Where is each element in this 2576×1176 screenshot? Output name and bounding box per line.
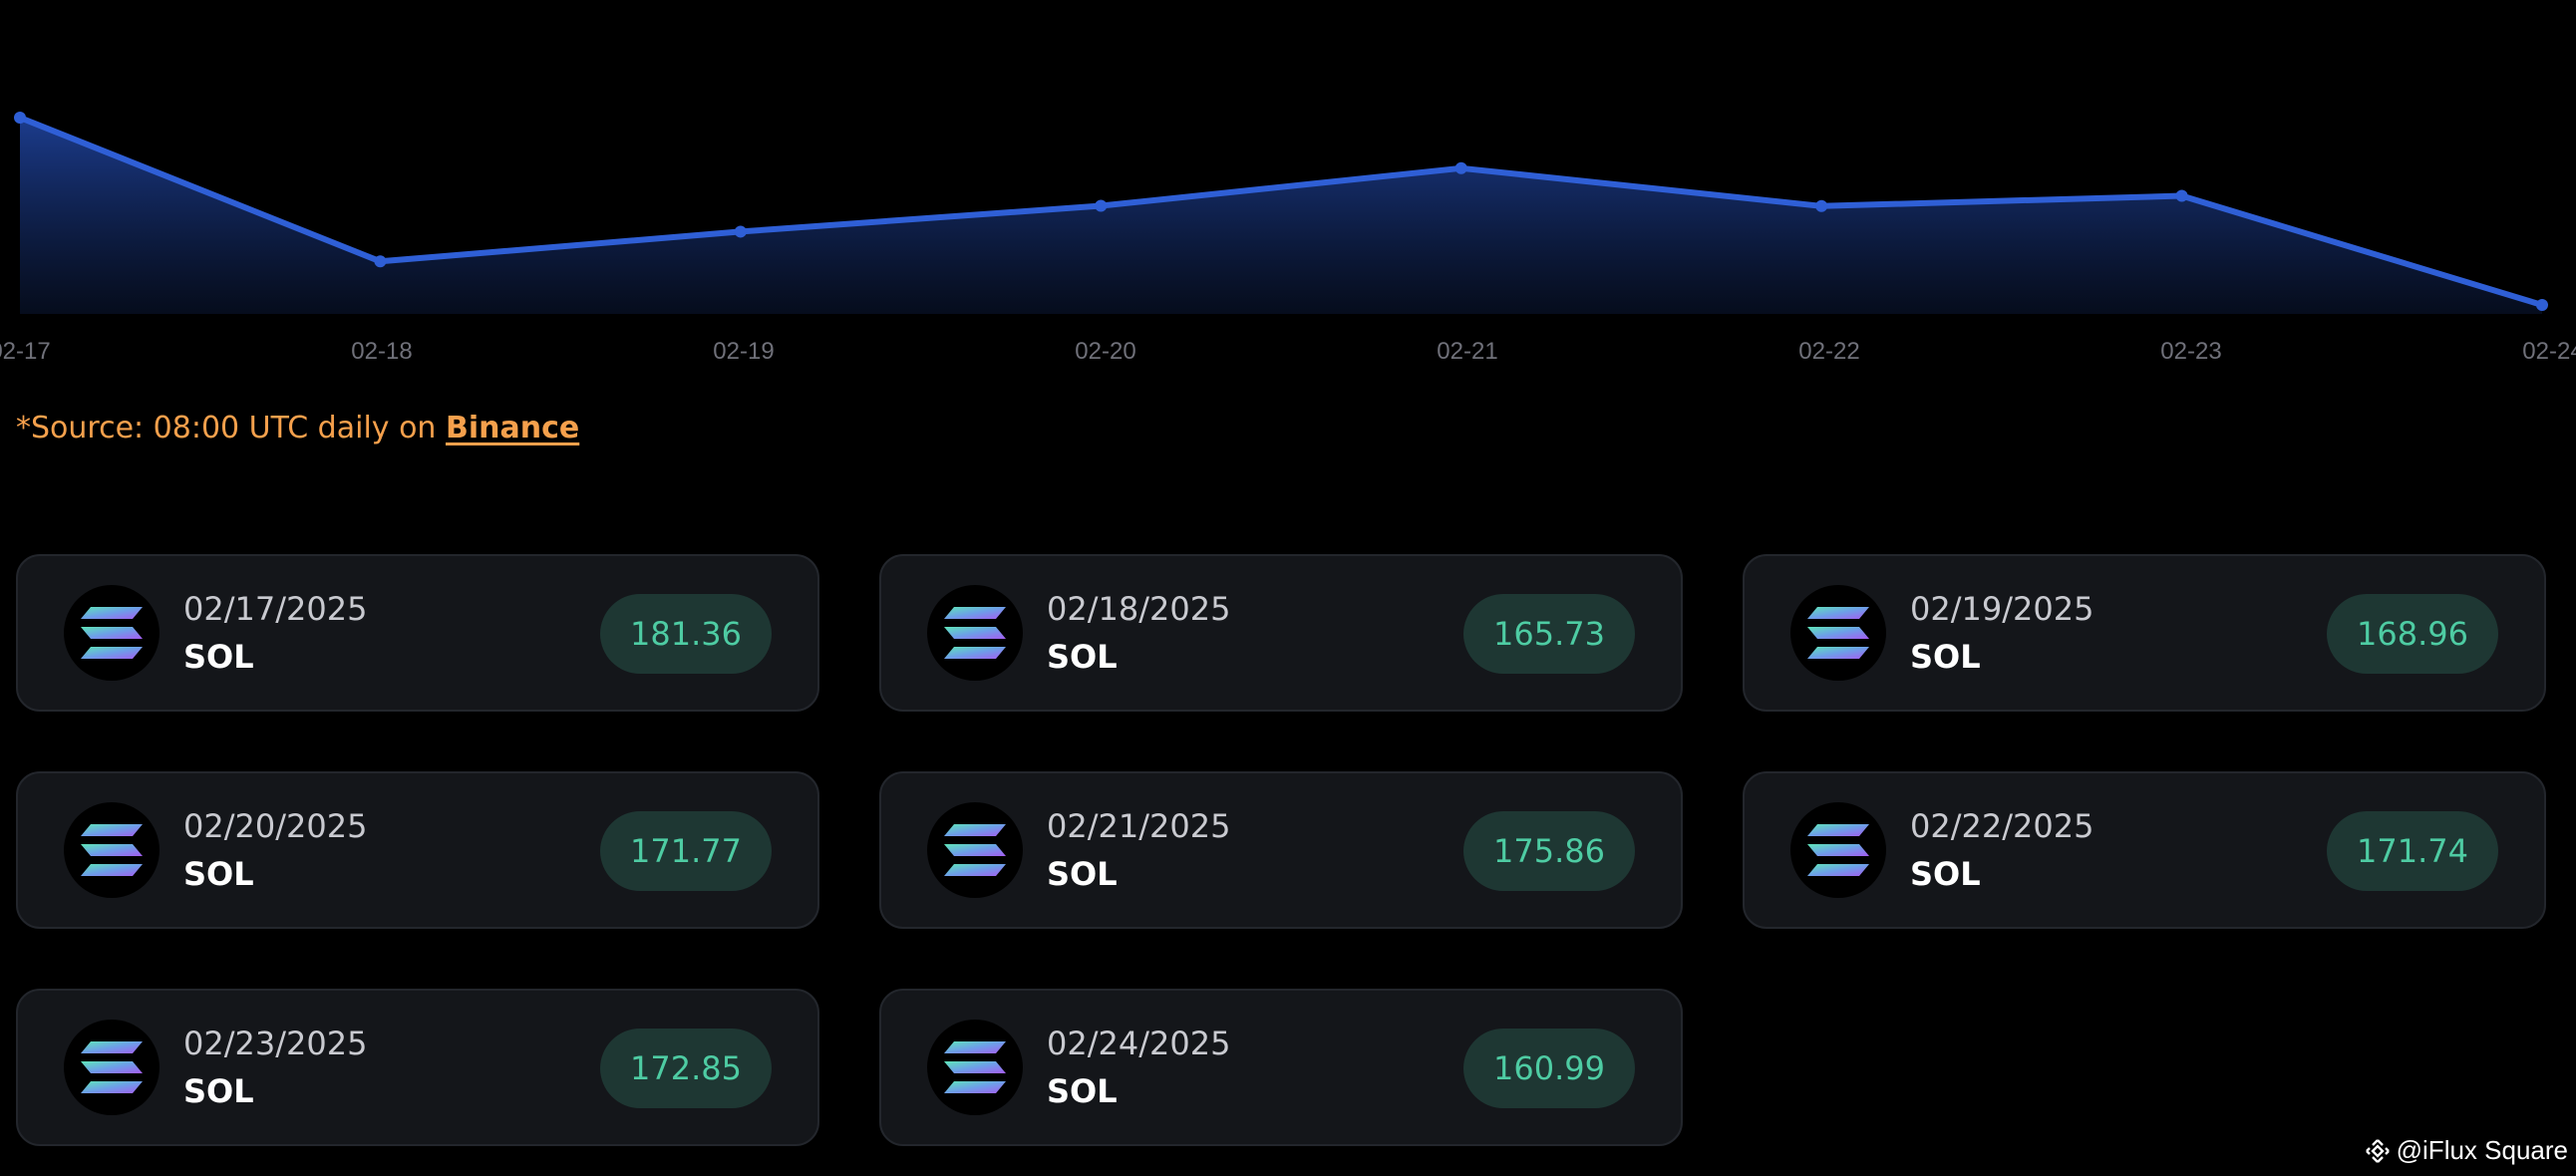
price-card: 02/21/2025 SOL 175.86 <box>879 771 1683 929</box>
price-card: 02/19/2025 SOL 168.96 <box>1743 554 2546 712</box>
x-tick-label: 02-17 <box>0 338 51 365</box>
x-tick-label: 02-22 <box>1798 338 1859 365</box>
watermark: @iFlux Square <box>2365 1135 2568 1166</box>
price-card: 02/24/2025 SOL 160.99 <box>879 989 1683 1146</box>
card-date: 02/18/2025 <box>1047 590 1231 628</box>
solana-logo-icon <box>1807 607 1869 659</box>
card-symbol: SOL <box>1047 855 1118 893</box>
chart-data-point <box>374 255 387 268</box>
solana-logo-icon <box>944 1041 1006 1093</box>
card-date: 02/23/2025 <box>183 1025 368 1062</box>
card-symbol: SOL <box>183 855 254 893</box>
coin-avatar <box>1790 585 1886 681</box>
chart-data-point <box>1095 199 1108 212</box>
x-tick-label: 02-23 <box>2160 338 2221 365</box>
price-card: 02/20/2025 SOL 171.77 <box>16 771 819 929</box>
x-tick-label: 02-24 <box>2522 338 2576 365</box>
price-card: 02/23/2025 SOL 172.85 <box>16 989 819 1146</box>
card-date: 02/21/2025 <box>1047 807 1231 845</box>
coin-avatar <box>927 1020 1023 1115</box>
price-badge: 171.74 <box>2327 811 2498 891</box>
card-symbol: SOL <box>1910 855 1981 893</box>
price-badge: 181.36 <box>600 594 772 674</box>
coin-avatar <box>64 585 160 681</box>
card-symbol: SOL <box>1910 638 1981 676</box>
price-card: 02/22/2025 SOL 171.74 <box>1743 771 2546 929</box>
chart-data-point <box>2536 299 2548 311</box>
solana-logo-icon <box>81 607 143 659</box>
card-symbol: SOL <box>183 638 254 676</box>
price-badge: 171.77 <box>600 811 772 891</box>
coin-avatar <box>1790 802 1886 898</box>
binance-link[interactable]: Binance <box>446 411 579 445</box>
x-tick-label: 02-18 <box>351 338 412 365</box>
price-card: 02/17/2025 SOL 181.36 <box>16 554 819 712</box>
x-tick-label: 02-20 <box>1075 338 1135 365</box>
x-tick-label: 02-19 <box>713 338 774 365</box>
card-symbol: SOL <box>1047 638 1118 676</box>
binance-logo-icon <box>2365 1138 2390 1163</box>
card-symbol: SOL <box>183 1072 254 1110</box>
x-tick-label: 02-21 <box>1437 338 1497 365</box>
chart-data-point <box>734 225 747 238</box>
solana-logo-icon <box>81 824 143 876</box>
coin-avatar <box>927 802 1023 898</box>
card-date: 02/24/2025 <box>1047 1025 1231 1062</box>
price-badge: 160.99 <box>1463 1029 1635 1108</box>
card-date: 02/19/2025 <box>1910 590 2094 628</box>
card-symbol: SOL <box>1047 1072 1118 1110</box>
chart-data-point <box>14 112 26 124</box>
solana-logo-icon <box>944 824 1006 876</box>
price-badge: 172.85 <box>600 1029 772 1108</box>
price-badge: 165.73 <box>1463 594 1635 674</box>
chart-data-point <box>1815 199 1828 212</box>
price-badge: 175.86 <box>1463 811 1635 891</box>
coin-avatar <box>64 802 160 898</box>
price-badge: 168.96 <box>2327 594 2498 674</box>
card-date: 02/17/2025 <box>183 590 368 628</box>
chart-area-fill <box>20 118 2542 314</box>
solana-logo-icon <box>1807 824 1869 876</box>
coin-avatar <box>927 585 1023 681</box>
card-date: 02/20/2025 <box>183 807 368 845</box>
source-prefix: *Source: 08:00 UTC daily on <box>16 411 446 445</box>
solana-logo-icon <box>944 607 1006 659</box>
watermark-label: @iFlux Square <box>2396 1135 2568 1165</box>
solana-logo-icon <box>81 1041 143 1093</box>
chart-data-point <box>2175 189 2188 202</box>
coin-avatar <box>64 1020 160 1115</box>
card-date: 02/22/2025 <box>1910 807 2094 845</box>
price-card: 02/18/2025 SOL 165.73 <box>879 554 1683 712</box>
source-note: *Source: 08:00 UTC daily on Binance <box>16 411 579 445</box>
price-area-chart: 02-17 02-18 02-19 02-20 02-21 02-22 02-23 02-24 <box>0 112 2576 365</box>
chart-data-point <box>1454 161 1467 174</box>
